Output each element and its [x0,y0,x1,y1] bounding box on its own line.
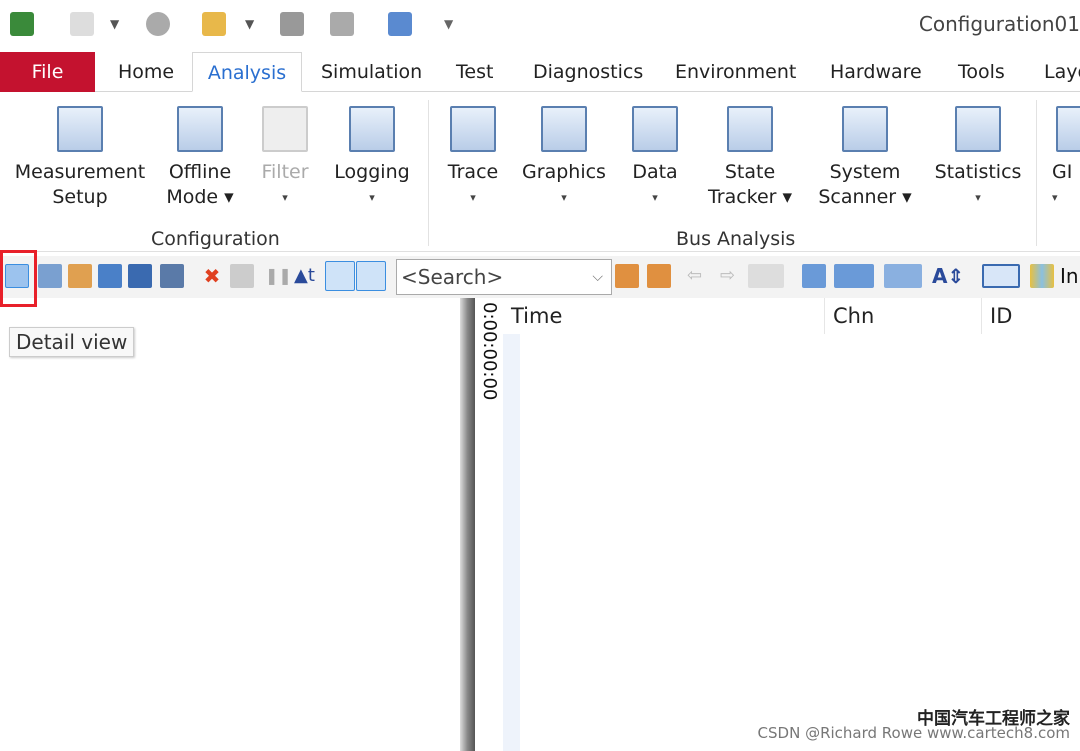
column-config-icon[interactable] [1030,264,1054,288]
search-input[interactable]: <Search> ⌵ [396,259,612,295]
export-mail-icon[interactable] [802,264,826,288]
trace-button[interactable]: Trace ▾ [442,106,504,210]
chevron-down-icon[interactable]: ⌵ [592,260,603,294]
export-web-icon[interactable] [834,264,874,288]
font-size-icon[interactable]: A⇕ [932,264,972,288]
tab-environment[interactable]: Environment [669,52,802,92]
state-tracker-icon [727,106,773,152]
trace-icon [450,106,496,152]
tab-test[interactable]: Test [450,52,499,92]
time-mode-icon[interactable]: ▲t [294,264,318,288]
scroll-mode-icon[interactable] [325,261,355,291]
chevron-down-icon[interactable]: ▼ [110,12,124,36]
clear-icon[interactable]: ✖ [200,264,224,288]
watermark-line2: CSDN @Richard Rowe www.cartech8.com [757,724,1070,742]
tab-tools[interactable]: Tools [952,52,1011,92]
column-header-id[interactable]: ID [982,298,1080,334]
pause-icon[interactable]: ❚❚ [265,264,292,288]
expand-icon[interactable] [68,264,92,288]
statistics-icon [955,106,1001,152]
trailing-label: In [1060,264,1079,288]
stop-icon[interactable] [146,12,170,36]
find-previous-icon[interactable] [615,264,639,288]
row-strip [503,334,520,751]
group-label-bus-analysis: Bus Analysis [676,228,796,250]
measurement-setup-icon [57,106,103,152]
clear-list-icon[interactable] [230,264,254,288]
network-config-icon[interactable] [388,12,412,36]
ribbon-tabs: File Home Analysis Simulation Test Diagn… [0,52,1080,92]
gl-icon [1056,106,1080,152]
offline-mode-icon [177,106,223,152]
column-header-chn[interactable]: Chn [825,298,982,334]
measurement-setup-button[interactable]: Measurement Setup [14,106,146,210]
system-scanner-button[interactable]: System Scanner ▾ [814,106,916,210]
window-title: Configuration01 [918,12,1080,36]
statistics-button[interactable]: Statistics ▾ [932,106,1024,210]
logging-button[interactable]: Logging ▾ [332,106,412,210]
lightning-icon[interactable] [70,12,94,36]
tab-file[interactable]: File [0,52,95,92]
app-logo-icon [10,12,34,36]
system-scanner-icon [842,106,888,152]
logging-icon [349,106,395,152]
tab-diagnostics[interactable]: Diagnostics [527,52,649,92]
tab-analysis[interactable]: Analysis [192,52,302,92]
marker-icon[interactable] [748,264,784,288]
column-header-time[interactable]: Time [503,298,825,334]
tooltip: Detail view [9,327,135,357]
pane-splitter[interactable] [460,298,475,751]
filter-message-icon[interactable] [98,264,122,288]
find-next-icon[interactable] [647,264,671,288]
find-icon[interactable] [160,264,184,288]
arrow-left-icon[interactable]: ⇦ [687,264,711,288]
filter-link-icon[interactable] [128,264,152,288]
ribbon: Measurement Setup Offline Mode ▾ Filter ▾ L… [0,92,1080,252]
tab-home[interactable]: Home [112,52,180,92]
group-divider [428,100,429,246]
time-ruler: 0:00:00:00 [475,298,503,751]
group-label-configuration: Configuration [151,228,280,250]
chevron-down-icon[interactable]: ▼ [245,12,259,36]
open-folder-icon[interactable] [202,12,226,36]
window-layout-icon[interactable] [982,264,1020,288]
offline-mode-button[interactable]: Offline Mode ▾ [160,106,240,210]
save-as-icon[interactable] [330,12,354,36]
graphics-button[interactable]: Graphics ▾ [520,106,608,210]
tab-simulation[interactable]: Simulation [315,52,428,92]
save-icon[interactable] [280,12,304,36]
group-divider [1036,100,1037,246]
state-tracker-button[interactable]: State Tracker ▾ [700,106,800,210]
customize-icon[interactable]: ▼ [444,12,458,36]
trace-toolbar: ✖ ❚❚ ▲t <Search> ⌵ ⇦ ⇨ A⇕ In [0,256,1080,298]
view-filter-icon[interactable] [356,261,386,291]
quick-access-toolbar: ▼ ▼ ▼ Configuration01 [0,0,1080,50]
filter-icon [262,106,308,152]
filter-button[interactable]: Filter ▾ [255,106,315,210]
statistics-view-icon[interactable] [38,264,62,288]
gl-button[interactable]: GI ▾ [1052,106,1080,210]
columns-layout-icon[interactable] [884,264,922,288]
arrow-right-icon[interactable]: ⇨ [720,264,744,288]
highlight-box [0,250,37,307]
tab-hardware[interactable]: Hardware [824,52,928,92]
data-icon [632,106,678,152]
tab-layout[interactable]: Layout [1038,52,1080,92]
graphics-icon [541,106,587,152]
data-button[interactable]: Data ▾ [626,106,684,210]
